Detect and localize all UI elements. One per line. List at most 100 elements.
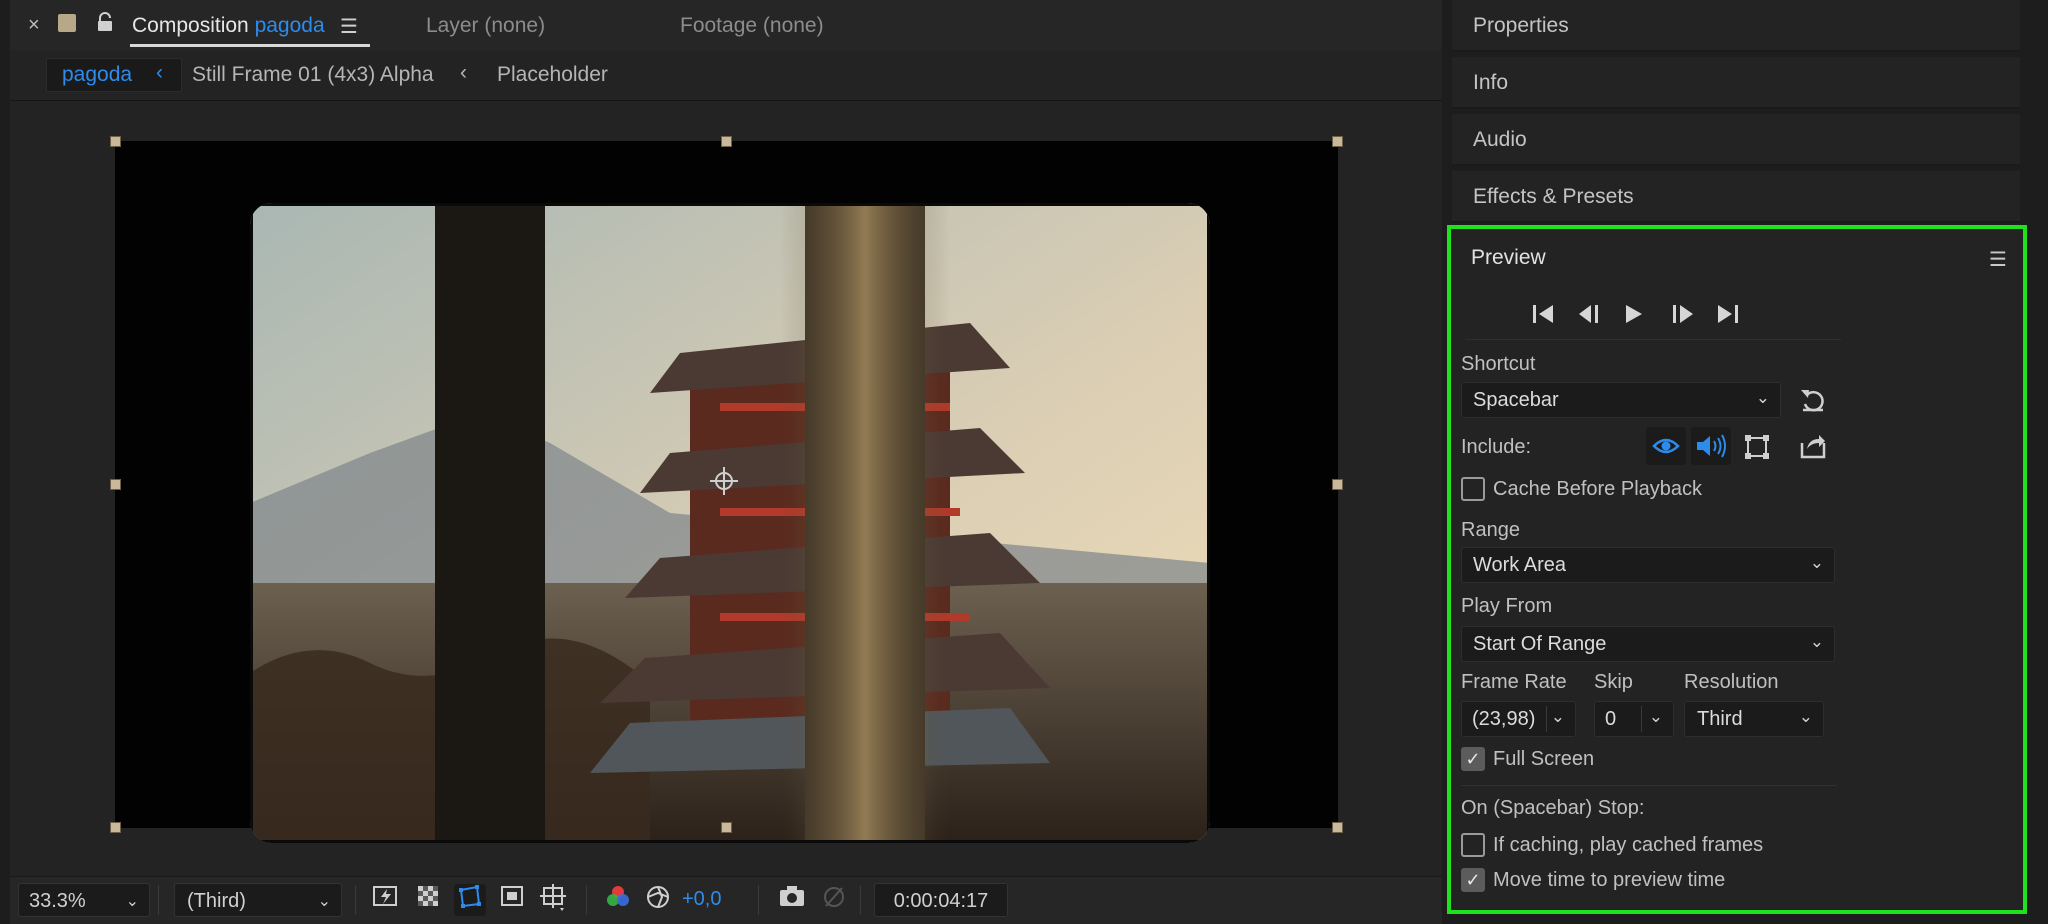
transform-handle[interactable] bbox=[110, 822, 121, 833]
if-caching-checkbox[interactable] bbox=[1461, 833, 1485, 857]
overlays-layer-controls-icon[interactable] bbox=[1743, 433, 1771, 461]
anchor-point-icon[interactable] bbox=[710, 467, 738, 500]
current-time-display[interactable]: 0:00:04:17 bbox=[874, 883, 1008, 917]
if-caching-label: If caching, play cached frames bbox=[1493, 834, 1764, 856]
divider bbox=[860, 885, 861, 915]
exposure-value[interactable]: +0,0 bbox=[682, 888, 721, 911]
first-frame-icon[interactable] bbox=[1531, 303, 1557, 325]
include-video-toggle[interactable] bbox=[1646, 427, 1686, 465]
move-time-checkbox[interactable]: ✓ bbox=[1461, 868, 1485, 892]
play-from-label: Play From bbox=[1461, 595, 1553, 617]
resolution-value: Third bbox=[1697, 708, 1743, 730]
divider bbox=[355, 885, 356, 915]
magnification-dropdown[interactable]: 33.3% ⌄ bbox=[18, 883, 150, 917]
transform-handle[interactable] bbox=[110, 136, 121, 147]
play-from-dropdown[interactable]: Start Of Range ⌄ bbox=[1461, 626, 1835, 662]
resolution-dropdown[interactable]: (Third) ⌄ bbox=[174, 883, 342, 917]
full-screen-label: Full Screen bbox=[1493, 748, 1595, 770]
lock-icon[interactable] bbox=[96, 12, 114, 37]
divider bbox=[1641, 706, 1642, 732]
chevron-down-icon: ⌄ bbox=[317, 893, 331, 910]
layer-tab[interactable]: Layer (none) bbox=[426, 14, 545, 38]
skip-dropdown[interactable]: 0 ⌄ bbox=[1594, 701, 1674, 737]
show-snapshot-icon[interactable] bbox=[818, 884, 850, 916]
chevron-left-icon: ‹ bbox=[156, 61, 163, 84]
close-tab-icon[interactable]: × bbox=[28, 14, 40, 37]
include-audio-toggle[interactable] bbox=[1691, 427, 1731, 465]
timecode-value: 0:00:04:17 bbox=[893, 890, 989, 912]
footage-tab[interactable]: Footage (none) bbox=[680, 14, 824, 38]
transform-handle[interactable] bbox=[1332, 479, 1343, 490]
frame-rate-dropdown[interactable]: (23,98) ⌄ bbox=[1461, 701, 1576, 737]
panel-label: Info bbox=[1473, 71, 1509, 94]
range-value: Work Area bbox=[1473, 554, 1566, 576]
transform-handle[interactable] bbox=[1332, 136, 1343, 147]
next-frame-icon[interactable] bbox=[1669, 303, 1695, 325]
composition-tab-label: Composition bbox=[132, 14, 249, 37]
eye-icon bbox=[1652, 438, 1680, 454]
composition-color-label-icon[interactable] bbox=[58, 14, 76, 32]
full-screen-checkbox[interactable]: ✓ bbox=[1461, 747, 1485, 771]
breadcrumb-item-placeholder[interactable]: Placeholder bbox=[497, 63, 608, 87]
stop-options-label: On (Spacebar) Stop: bbox=[1461, 797, 1645, 819]
frame-rate-label: Frame Rate bbox=[1461, 671, 1567, 693]
breadcrumb-item-pagoda[interactable]: pagoda bbox=[62, 63, 132, 87]
transparency-grid-icon[interactable] bbox=[412, 884, 444, 916]
transform-handle[interactable] bbox=[1332, 822, 1343, 833]
skip-value: 0 bbox=[1605, 708, 1617, 730]
grid-guide-options-icon[interactable] bbox=[538, 884, 570, 916]
include-label: Include: bbox=[1461, 436, 1532, 458]
shortcut-dropdown[interactable]: Spacebar ⌄ bbox=[1461, 382, 1781, 418]
panel-label: Properties bbox=[1473, 14, 1569, 37]
reset-icon[interactable] bbox=[1799, 387, 1827, 413]
chevron-down-icon: ⌄ bbox=[125, 893, 139, 910]
reset-exposure-icon[interactable] bbox=[642, 884, 674, 916]
skip-label: Skip bbox=[1594, 671, 1633, 693]
info-panel-header[interactable]: Info bbox=[1452, 57, 2020, 109]
chevron-down-icon: ⌄ bbox=[1648, 707, 1663, 726]
chevron-down-icon: ⌄ bbox=[1809, 553, 1824, 572]
breadcrumb-item-still-frame[interactable]: Still Frame 01 (4x3) Alpha bbox=[192, 63, 434, 87]
panel-menu-icon[interactable]: ☰ bbox=[340, 14, 358, 39]
cache-before-playback-checkbox[interactable] bbox=[1461, 477, 1485, 501]
play-from-value: Start Of Range bbox=[1473, 633, 1607, 655]
region-of-interest-icon[interactable] bbox=[496, 884, 528, 916]
range-label: Range bbox=[1461, 519, 1520, 541]
viewer-toolbar: 33.3% ⌄ (Third) ⌄ +0,0 0:00:04:17 bbox=[10, 876, 1442, 924]
divider bbox=[1461, 785, 1837, 786]
play-icon[interactable] bbox=[1623, 303, 1645, 325]
effects-presets-panel-header[interactable]: Effects & Presets bbox=[1452, 171, 2020, 223]
chevron-down-icon: ⌄ bbox=[1755, 388, 1770, 407]
camera-snapshot-icon[interactable] bbox=[776, 884, 808, 916]
range-dropdown[interactable]: Work Area ⌄ bbox=[1461, 547, 1835, 583]
panel-title: Preview bbox=[1471, 246, 1546, 269]
previous-frame-icon[interactable] bbox=[1577, 303, 1603, 325]
composition-tab-bar: × Composition pagoda ☰ Layer (none) Foot… bbox=[10, 0, 1442, 50]
mask-path-visibility-icon[interactable] bbox=[454, 884, 486, 916]
resolution-value: (Third) bbox=[187, 890, 246, 912]
composition-tab[interactable]: Composition pagoda bbox=[132, 14, 325, 38]
transform-handle[interactable] bbox=[110, 479, 121, 490]
channel-rgb-icon[interactable] bbox=[602, 884, 634, 916]
chevron-down-icon: ⌄ bbox=[1798, 707, 1813, 726]
composition-viewer[interactable] bbox=[10, 101, 1442, 869]
divider bbox=[758, 885, 759, 915]
last-frame-icon[interactable] bbox=[1715, 303, 1741, 325]
transform-handle[interactable] bbox=[721, 822, 732, 833]
breadcrumb: pagoda ‹ Still Frame 01 (4x3) Alpha ‹ Pl… bbox=[10, 50, 1442, 100]
audio-panel-header[interactable]: Audio bbox=[1452, 114, 2020, 166]
magnification-value: 33.3% bbox=[29, 890, 86, 912]
move-time-label: Move time to preview time bbox=[1493, 869, 1726, 891]
transform-handle[interactable] bbox=[721, 136, 732, 147]
preview-panel: Preview ☰ Shortcut Spacebar ⌄ Include: C… bbox=[1447, 225, 2027, 914]
export-icon[interactable] bbox=[1799, 433, 1827, 459]
properties-panel-header[interactable]: Properties bbox=[1452, 0, 2020, 52]
divider bbox=[1546, 706, 1547, 732]
panel-menu-icon[interactable]: ☰ bbox=[1989, 247, 2007, 272]
fast-previews-icon[interactable] bbox=[370, 884, 402, 916]
transport-controls bbox=[1531, 297, 1771, 331]
resolution-dropdown[interactable]: Third ⌄ bbox=[1684, 701, 1824, 737]
divider bbox=[586, 885, 587, 915]
frame-rate-value: (23,98) bbox=[1472, 708, 1536, 730]
panel-label: Audio bbox=[1473, 128, 1527, 151]
